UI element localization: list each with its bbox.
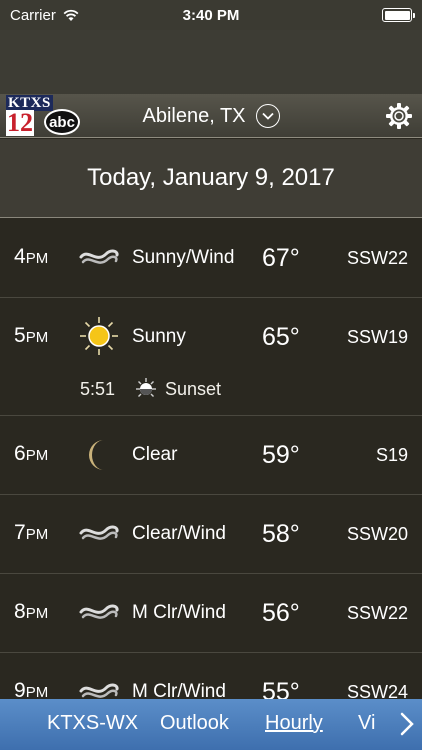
wind-icon [79,604,119,619]
location-selector[interactable]: Abilene, TX [0,94,422,138]
hour-row[interactable]: 6PM Clear 59° S19 [0,416,422,495]
sun-icon [80,317,118,355]
wind-icon [79,683,119,698]
battery-icon [382,8,415,22]
carrier-label: Carrier [10,6,56,24]
gear-icon[interactable] [384,101,414,131]
temperature: 56° [262,599,300,627]
status-bar: Carrier 3:40 PM [0,0,422,30]
condition-label: M Clr/Wind [132,602,226,623]
nav-item-ktxs-wx[interactable]: KTXS-WX [47,712,138,735]
condition-label: Clear [132,444,178,465]
sunset-icon [136,378,156,397]
wind-value: SSW24 [346,682,408,699]
wind-icon [79,525,119,540]
hour-row[interactable]: 7PM Clear/Wind 58° SSW20 [0,495,422,574]
wind-value: SSW19 [346,327,408,347]
hour-row[interactable]: 9PM M Clr/Wind 55° SSW24 [0,653,422,699]
temperature: 67° [262,244,300,272]
temperature: 55° [262,678,300,699]
condition-label: Clear/Wind [132,523,226,544]
chevron-right-icon[interactable] [398,710,416,738]
wind-value: SSW22 [346,248,408,268]
moon-icon [89,440,104,470]
bottom-nav: KTXS-WX Outlook Hourly Vi [0,699,422,750]
sunset-label: Sunset [165,379,222,399]
nav-item-video[interactable]: Vi [358,712,375,735]
hourly-list[interactable]: 4PM Sunny/Wind 67° SSW22 5PM Sunny 65° S… [0,219,422,699]
hour-row[interactable]: 4PM Sunny/Wind 67° SSW22 [0,219,422,298]
hour-label: 7PM [14,521,49,544]
temperature: 58° [262,520,300,548]
app-header: KTXS 12 abc Abilene, TX [0,94,422,138]
condition-label: M Clr/Wind [132,681,226,699]
wind-value: S19 [375,445,408,465]
nav-item-outlook[interactable]: Outlook [160,712,229,735]
location-label: Abilene, TX [142,104,246,127]
hour-row[interactable]: 8PM M Clr/Wind 56° SSW22 [0,574,422,653]
hour-label: 5PM [14,324,49,347]
chevron-down-icon[interactable] [255,104,280,128]
temperature: 65° [262,323,300,351]
condition-label: Sunny/Wind [132,247,235,268]
wind-value: SSW22 [346,603,408,623]
hour-label: 4PM [14,245,49,268]
hour-row[interactable]: 5PM Sunny 65° SSW19 5:51 Sunset [0,298,422,416]
hour-label: 8PM [14,600,49,623]
condition-label: Sunny [132,326,186,347]
sunset-time: 5:51 [80,379,116,399]
wind-icon [79,249,119,264]
nav-item-hourly[interactable]: Hourly [265,712,323,735]
wind-value: SSW20 [346,524,408,544]
date-heading: Today, January 9, 2017 [0,139,422,218]
top-band [0,30,422,94]
hour-label: 6PM [14,442,49,465]
wifi-icon [63,9,79,21]
temperature: 59° [262,441,300,469]
hour-label: 9PM [14,679,49,699]
